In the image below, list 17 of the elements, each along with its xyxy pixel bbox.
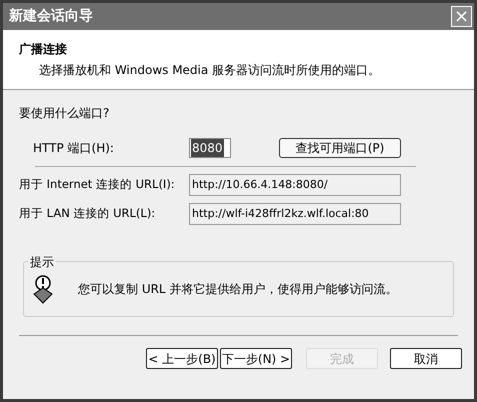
header-subtitle: 选择播放机和 Windows Media 服务器访问流时所使用的端口。	[38, 62, 382, 79]
url-label: 用于 LAN 连接的 URL(L):	[19, 205, 156, 222]
question-text: 要使用什么端口?	[19, 105, 110, 122]
url-field[interactable]: http://wlf-i428ffrl2kz.wlf.local:80	[189, 203, 401, 225]
find-port-button[interactable]: 查找可用端口(P)	[279, 138, 401, 158]
hint-text: 您可以复制 URL 并将它提供给用户，使得用户能够访问流。	[78, 281, 398, 298]
url-field[interactable]: http://10.66.4.148:8080/	[189, 174, 401, 196]
wizard-button[interactable]: 下一步(N) >	[220, 348, 292, 369]
port-label: HTTP 端口(H):	[33, 140, 115, 157]
header-title: 广播连接	[19, 41, 68, 58]
url-label: 用于 Internet 连接的 URL(I):	[19, 176, 176, 194]
wizard-button[interactable]: 取消	[390, 348, 462, 369]
lightbulb-icon	[32, 274, 54, 304]
window-title: 新建会话向导	[9, 6, 93, 26]
port-field[interactable]: 8080	[189, 138, 231, 158]
hint-title: 提示	[28, 253, 56, 271]
wizard-button[interactable]: < 上一步(B)	[146, 348, 218, 369]
